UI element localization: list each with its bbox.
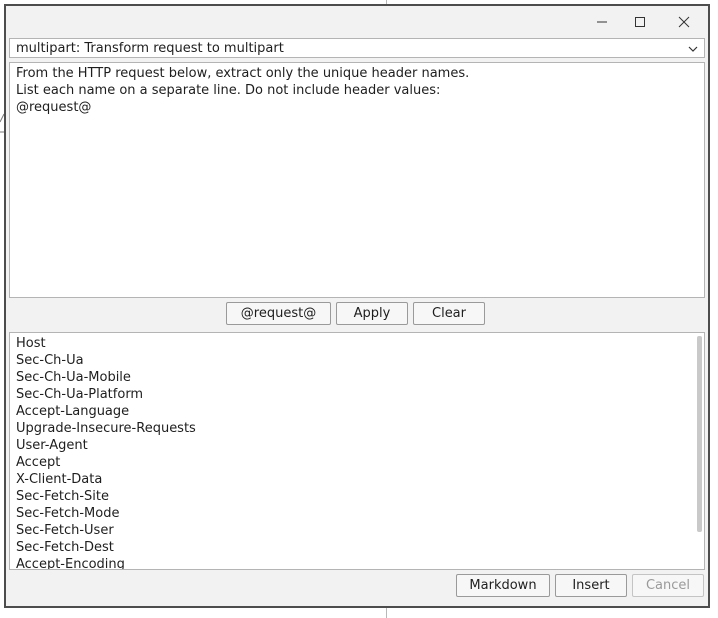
dialog-footer: Markdown Insert Cancel [6, 574, 708, 604]
chevron-down-icon [688, 46, 698, 52]
result-line: Sec-Fetch-Dest [16, 540, 114, 555]
result-list: Host Sec-Ch-Ua Sec-Ch-Ua-Mobile Sec-Ch-U… [16, 335, 196, 570]
result-output[interactable]: Host Sec-Ch-Ua Sec-Ch-Ua-Mobile Sec-Ch-U… [9, 332, 705, 570]
result-line: Accept [16, 455, 61, 470]
prompt-toolbar: @request@ Apply Clear [6, 302, 708, 328]
result-line: Sec-Fetch-Site [16, 489, 109, 504]
title-bar [6, 6, 708, 38]
prompt-textarea[interactable]: From the HTTP request below, extract onl… [9, 62, 705, 298]
result-line: Host [16, 336, 46, 351]
result-line: Sec-Ch-Ua-Mobile [16, 370, 131, 385]
insert-request-button[interactable]: @request@ [226, 302, 331, 325]
result-line: Accept-Encoding [16, 557, 125, 570]
insert-button[interactable]: Insert [555, 574, 627, 597]
cancel-button[interactable]: Cancel [632, 574, 704, 597]
minimize-icon [597, 21, 607, 23]
minimize-button[interactable] [590, 12, 614, 32]
maximize-icon [635, 17, 645, 27]
dialog-window: multipart: Transform request to multipar… [4, 4, 710, 608]
result-line: X-Client-Data [16, 472, 103, 487]
apply-button[interactable]: Apply [336, 302, 408, 325]
result-line: Accept-Language [16, 404, 130, 419]
result-line: Upgrade-Insecure-Requests [16, 421, 196, 436]
close-icon [678, 16, 690, 28]
result-line: Sec-Ch-Ua-Platform [16, 387, 144, 402]
markdown-button[interactable]: Markdown [456, 574, 550, 597]
result-line: Sec-Fetch-Mode [16, 506, 120, 521]
preset-dropdown-value: multipart: Transform request to multipar… [16, 41, 284, 56]
close-button[interactable] [672, 12, 696, 32]
result-line: Sec-Ch-Ua [16, 353, 84, 368]
clear-button[interactable]: Clear [413, 302, 485, 325]
result-line: User-Agent [16, 438, 88, 453]
result-scrollbar[interactable] [697, 336, 702, 532]
result-line: Sec-Fetch-User [16, 523, 114, 538]
maximize-button[interactable] [628, 12, 652, 32]
preset-dropdown[interactable]: multipart: Transform request to multipar… [9, 38, 705, 58]
